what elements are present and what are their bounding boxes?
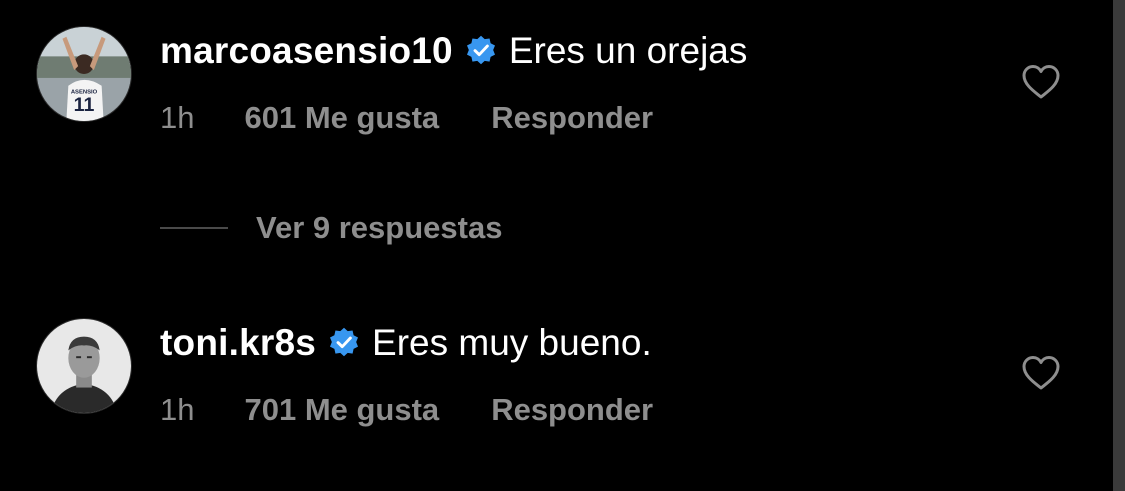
timestamp: 1h [160, 100, 195, 135]
comment-item: 11 ASENSIO marcoasensio10 Eres un orejas… [0, 0, 1125, 245]
reply-button[interactable]: Responder [491, 392, 653, 428]
comment-line: marcoasensio10 Eres un orejas [160, 26, 747, 76]
comment-meta: 1h 701 Me gusta Responder [160, 388, 653, 432]
username[interactable]: marcoasensio10 [160, 30, 453, 72]
view-replies-button[interactable]: Ver 9 respuestas [160, 206, 502, 250]
svg-text:ASENSIO: ASENSIO [71, 90, 98, 96]
avatar[interactable] [36, 318, 132, 414]
verified-badge-icon [328, 327, 360, 359]
comment-meta: 1h 601 Me gusta Responder [160, 96, 653, 140]
scrollbar[interactable] [1113, 0, 1125, 491]
likes-count[interactable]: 701 Me gusta [244, 392, 439, 428]
avatar[interactable]: 11 ASENSIO [36, 26, 132, 122]
replies-divider [160, 227, 228, 229]
reply-button[interactable]: Responder [491, 100, 653, 136]
comment-item: toni.kr8s Eres muy bueno. 1h 701 Me gust… [0, 292, 1125, 491]
comment-text: Eres un orejas [508, 30, 748, 71]
comment-line: toni.kr8s Eres muy bueno. [160, 318, 652, 368]
view-replies-label[interactable]: Ver 9 respuestas [256, 210, 502, 246]
username[interactable]: toni.kr8s [160, 322, 316, 364]
likes-count[interactable]: 601 Me gusta [244, 100, 439, 136]
heart-icon[interactable] [1021, 64, 1061, 100]
comment-text: Eres muy bueno. [372, 322, 652, 363]
heart-icon[interactable] [1021, 355, 1061, 391]
verified-badge-icon [465, 35, 497, 67]
timestamp: 1h [160, 392, 195, 427]
avatar-photo-icon [37, 319, 131, 413]
svg-text:11: 11 [74, 94, 95, 116]
avatar-photo-icon: 11 ASENSIO [37, 27, 131, 121]
